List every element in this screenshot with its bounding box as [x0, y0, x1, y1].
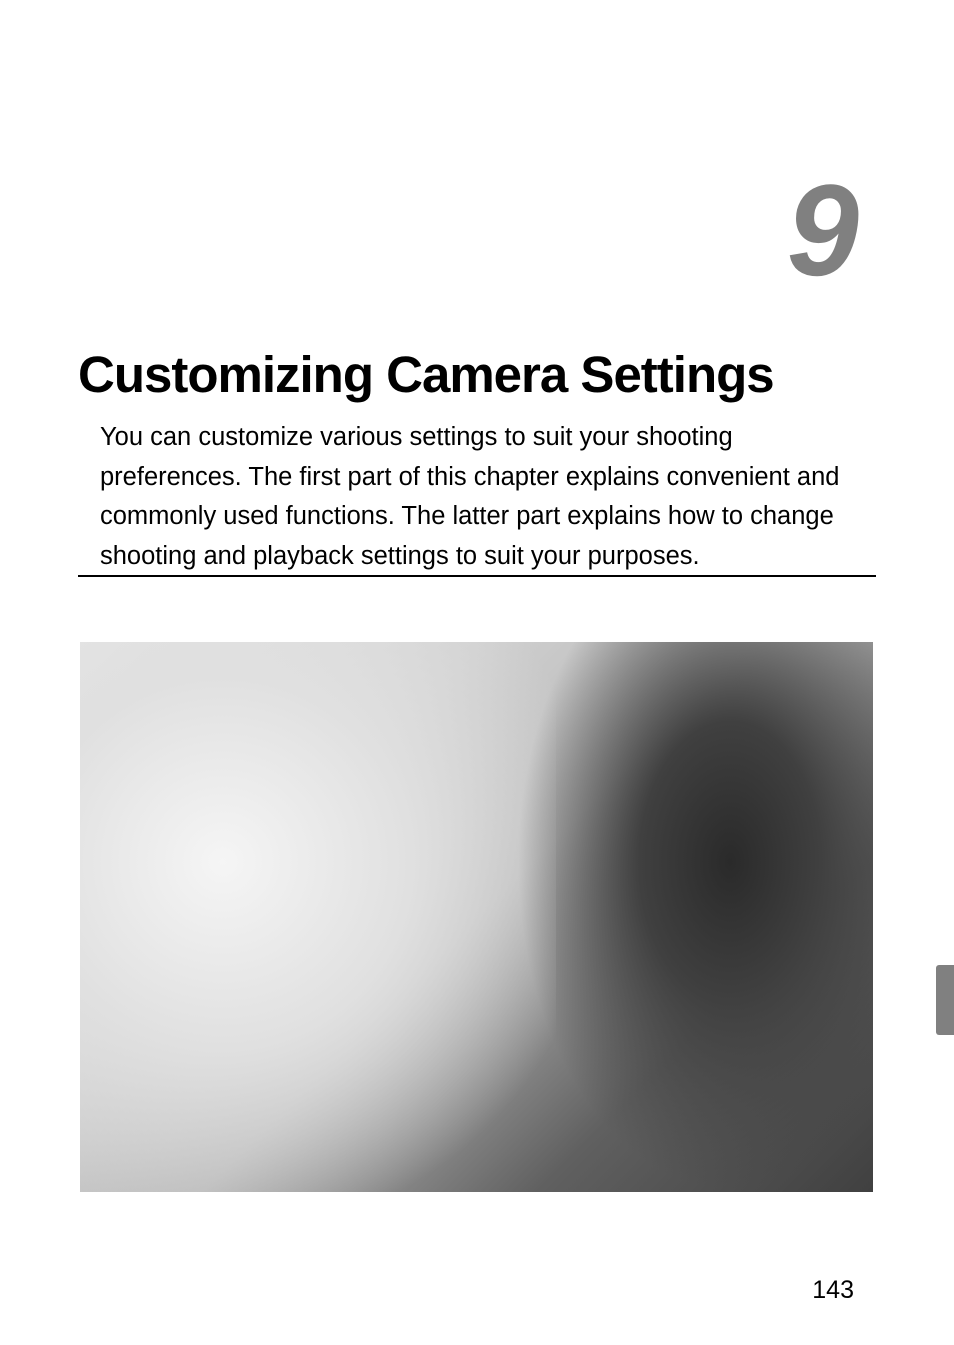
photo-shadow [516, 642, 873, 1192]
photo-highlight [80, 642, 556, 1192]
chapter-number: 9 [787, 155, 854, 305]
document-page: 9 Customizing Camera Settings You can cu… [0, 0, 954, 1345]
side-tab-marker [936, 965, 954, 1035]
chapter-intro-text: You can customize various settings to su… [100, 418, 854, 576]
section-divider [78, 575, 876, 577]
page-number: 143 [812, 1276, 854, 1305]
chapter-photo [80, 642, 873, 1192]
chapter-title: Customizing Camera Settings [78, 345, 876, 404]
